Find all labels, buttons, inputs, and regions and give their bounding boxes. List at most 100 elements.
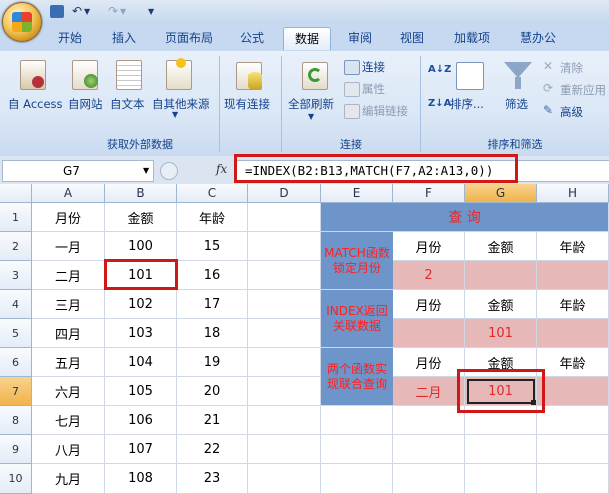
row-header-3[interactable]: 3 xyxy=(0,261,32,290)
cell[interactable] xyxy=(248,435,321,464)
table-header[interactable]: 月份 xyxy=(32,203,105,232)
sort-z-to-a-button[interactable]: Z↓A xyxy=(428,98,451,109)
from-other-sources-button[interactable]: 自其他来源 xyxy=(152,96,210,112)
table-cell[interactable]: 20 xyxy=(177,377,248,406)
redo-dropdown-icon[interactable]: ▼ xyxy=(120,7,126,23)
name-box-dropdown-icon[interactable]: ▼ xyxy=(143,161,149,181)
column-header-f[interactable]: F xyxy=(393,184,465,203)
table-cell[interactable]: 102 xyxy=(105,290,177,319)
cell[interactable] xyxy=(248,377,321,406)
cell[interactable] xyxy=(321,406,393,435)
office-button[interactable] xyxy=(2,2,42,42)
existing-connections-button[interactable]: 现有连接 xyxy=(224,96,270,112)
tab-formulas[interactable]: 公式 xyxy=(230,27,274,49)
tab-view[interactable]: 视图 xyxy=(390,27,434,49)
table-cell[interactable]: 100 xyxy=(105,232,177,261)
cell[interactable] xyxy=(465,435,537,464)
row-header-4[interactable]: 4 xyxy=(0,290,32,319)
query-result-cell[interactable] xyxy=(537,319,609,348)
cell[interactable] xyxy=(248,261,321,290)
column-header-h[interactable]: H xyxy=(537,184,609,203)
filter-button[interactable]: 筛选 xyxy=(505,96,528,112)
table-cell[interactable]: 18 xyxy=(177,319,248,348)
tab-data[interactable]: 数据 xyxy=(283,27,331,50)
row-header-2[interactable]: 2 xyxy=(0,232,32,261)
table-cell[interactable]: 22 xyxy=(177,435,248,464)
save-icon[interactable] xyxy=(50,5,64,18)
connections-button[interactable]: 连接 xyxy=(362,59,385,75)
column-header-b[interactable]: B xyxy=(105,184,177,203)
query-sub-header[interactable]: 年龄 xyxy=(537,348,609,377)
query-result-cell[interactable] xyxy=(465,261,537,290)
from-text-button[interactable]: 自文本 xyxy=(110,96,145,112)
table-cell[interactable]: 104 xyxy=(105,348,177,377)
row-header-8[interactable]: 8 xyxy=(0,406,32,435)
cell[interactable] xyxy=(393,406,465,435)
tab-review[interactable]: 审阅 xyxy=(338,27,382,49)
table-cell[interactable]: 19 xyxy=(177,348,248,377)
table-header[interactable]: 年龄 xyxy=(177,203,248,232)
tab-page-layout[interactable]: 页面布局 xyxy=(156,27,222,49)
table-cell[interactable]: 16 xyxy=(177,261,248,290)
row-header-6[interactable]: 6 xyxy=(0,348,32,377)
query-sub-header[interactable]: 年龄 xyxy=(537,290,609,319)
table-cell[interactable]: 21 xyxy=(177,406,248,435)
table-cell[interactable]: 三月 xyxy=(32,290,105,319)
table-cell[interactable]: 一月 xyxy=(32,232,105,261)
from-web-button[interactable]: 自网站 xyxy=(68,96,103,112)
row-header-1[interactable]: 1 xyxy=(0,203,32,232)
redo-icon[interactable]: ↷ xyxy=(108,4,118,20)
table-cell[interactable]: 五月 xyxy=(32,348,105,377)
tab-huibangong[interactable]: 慧办公 xyxy=(510,27,566,49)
column-header-e[interactable]: E xyxy=(321,184,393,203)
select-all-corner[interactable] xyxy=(0,184,32,203)
query-result-cell[interactable] xyxy=(537,261,609,290)
table-cell[interactable]: 七月 xyxy=(32,406,105,435)
table-cell[interactable]: 八月 xyxy=(32,435,105,464)
customize-qat-icon[interactable]: ▼ xyxy=(148,7,154,23)
tab-home[interactable]: 开始 xyxy=(48,27,92,49)
table-cell[interactable]: 105 xyxy=(105,377,177,406)
row-header-9[interactable]: 9 xyxy=(0,435,32,464)
column-header-c[interactable]: C xyxy=(177,184,248,203)
cell[interactable] xyxy=(248,319,321,348)
cell[interactable] xyxy=(537,435,609,464)
table-cell[interactable]: 103 xyxy=(105,319,177,348)
insert-function-icon[interactable]: fx xyxy=(216,162,227,176)
refresh-all-dropdown-icon[interactable]: ▼ xyxy=(308,112,314,121)
column-header-a[interactable]: A xyxy=(32,184,105,203)
table-cell[interactable]: 二月 xyxy=(32,261,105,290)
reapply-button[interactable]: 重新应用 xyxy=(560,82,606,98)
cell[interactable] xyxy=(248,348,321,377)
tab-addins[interactable]: 加载项 xyxy=(442,27,502,49)
refresh-all-button[interactable]: 全部刷新 xyxy=(288,96,334,112)
cell[interactable] xyxy=(248,203,321,232)
row-header-5[interactable]: 5 xyxy=(0,319,32,348)
sort-button[interactable]: 排序... xyxy=(450,96,484,112)
from-access-button[interactable]: 自 Access xyxy=(8,96,63,112)
worksheet-grid[interactable]: A B C D E F G H 1 2 3 4 5 6 7 8 9 10 月份 金额 年龄 一月 100 15 二月 101 16 三… xyxy=(0,184,609,494)
cell[interactable] xyxy=(248,232,321,261)
table-cell[interactable]: 106 xyxy=(105,406,177,435)
column-header-g[interactable]: G xyxy=(465,184,537,203)
table-cell[interactable]: 15 xyxy=(177,232,248,261)
table-cell[interactable]: 107 xyxy=(105,435,177,464)
edit-links-button[interactable]: 编辑链接 xyxy=(362,103,408,119)
table-header[interactable]: 金额 xyxy=(105,203,177,232)
match-result[interactable]: 2 xyxy=(393,261,465,290)
query-sub-header[interactable]: 月份 xyxy=(393,348,465,377)
cell[interactable] xyxy=(248,406,321,435)
query-title[interactable]: 查 询 xyxy=(321,203,609,232)
properties-button[interactable]: 属性 xyxy=(362,81,385,97)
query-result-cell[interactable] xyxy=(393,319,465,348)
undo-dropdown-icon[interactable]: ▼ xyxy=(84,7,90,23)
name-box[interactable]: G7 ▼ xyxy=(2,160,154,182)
other-sources-dropdown-icon[interactable]: ▼ xyxy=(172,110,178,119)
cell[interactable] xyxy=(248,290,321,319)
combo-month[interactable]: 二月 xyxy=(393,377,465,406)
formula-bar-handle-icon[interactable] xyxy=(160,162,178,180)
row-header-7[interactable]: 7 xyxy=(0,377,32,406)
table-cell[interactable]: 17 xyxy=(177,290,248,319)
undo-icon[interactable]: ↶ xyxy=(72,4,82,20)
query-sub-header[interactable]: 年龄 xyxy=(537,232,609,261)
